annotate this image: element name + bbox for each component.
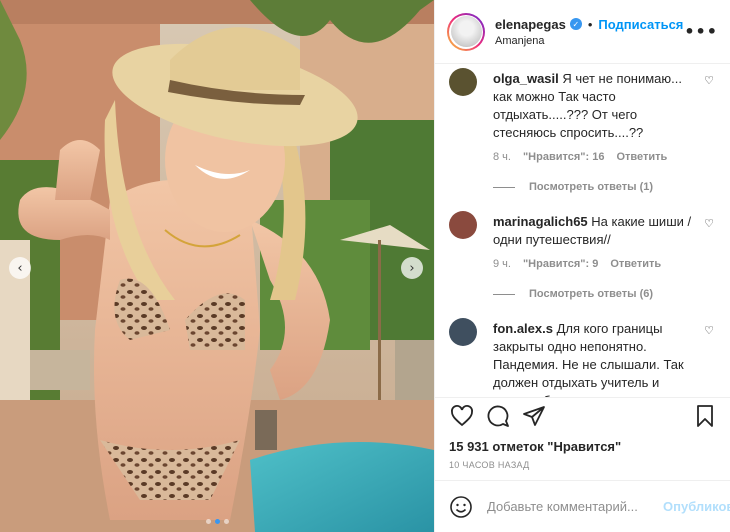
post-timestamp[interactable]: 10 ЧАСОВ НАЗАД xyxy=(435,454,730,480)
post-location[interactable]: Amanjena xyxy=(495,35,684,47)
comment-text-block: fon.alex.s Для кого границы закрыты одно… xyxy=(493,320,694,397)
carousel-dot xyxy=(214,519,220,524)
follow-button[interactable]: Подписаться xyxy=(598,17,683,32)
carousel-next-button[interactable]: › xyxy=(401,257,423,279)
comment-likes[interactable]: "Нравится": 9 xyxy=(523,258,598,270)
reply-button[interactable]: Ответить xyxy=(616,151,667,163)
heart-icon[interactable] xyxy=(449,403,475,429)
comment-item: marinagalich65 На какие шиши / одни путе… xyxy=(449,207,714,314)
add-comment-form: Опубликовать xyxy=(435,480,730,532)
chevron-left-icon: ‹ xyxy=(17,260,23,276)
likes-count[interactable]: 15 931 отметок "Нравится" xyxy=(435,433,730,454)
comment-age[interactable]: 8 ч. xyxy=(493,151,511,163)
comment-like-heart-icon[interactable]: ♡ xyxy=(704,324,714,337)
comment-like-heart-icon[interactable]: ♡ xyxy=(704,217,714,230)
comments-list[interactable]: olga_wasil Я чет не понимаю... как можно… xyxy=(435,64,730,397)
comment-text-block: olga_wasil Я чет не понимаю... как можно… xyxy=(493,70,694,142)
comment-like-heart-icon[interactable]: ♡ xyxy=(704,74,714,87)
comment-item: fon.alex.s Для кого границы закрыты одно… xyxy=(449,314,714,397)
instagram-post: ‹ › elenapegas ✓ • Подписаться Amanjena … xyxy=(0,0,730,532)
comment-text-block: marinagalich65 На какие шиши / одни путе… xyxy=(493,213,694,249)
view-replies-button[interactable]: Посмотреть ответы (1) xyxy=(493,181,694,193)
comment-item: olga_wasil Я чет не понимаю... как можно… xyxy=(449,64,714,207)
avatar-image xyxy=(450,16,482,47)
carousel-dot xyxy=(205,519,211,524)
carousel-dot xyxy=(223,519,229,524)
header-text: elenapegas ✓ • Подписаться Amanjena xyxy=(495,17,684,47)
comment-body: olga_wasil Я чет не понимаю... как можно… xyxy=(493,70,714,207)
comment-username[interactable]: fon.alex.s xyxy=(493,321,553,336)
bookmark-icon[interactable] xyxy=(692,403,718,429)
comment-avatar[interactable] xyxy=(449,211,477,239)
view-replies-label: Посмотреть ответы (1) xyxy=(529,181,654,193)
comment-username[interactable]: olga_wasil xyxy=(493,71,559,86)
comment-body: marinagalich65 На какие шиши / одни путе… xyxy=(493,213,714,314)
view-replies-label: Посмотреть ответы (6) xyxy=(529,288,654,300)
comment-meta: 9 ч. "Нравится": 9 Ответить xyxy=(493,258,694,270)
header-top-row: elenapegas ✓ • Подписаться xyxy=(495,17,684,32)
comment-input[interactable] xyxy=(487,499,663,514)
post-sidebar: elenapegas ✓ • Подписаться Amanjena ••• … xyxy=(434,0,730,532)
chevron-right-icon: › xyxy=(409,260,415,276)
comment-likes[interactable]: "Нравится": 16 xyxy=(523,151,604,163)
share-icon[interactable] xyxy=(521,403,547,429)
comment-age[interactable]: 9 ч. xyxy=(493,258,511,270)
avatar-border xyxy=(449,14,483,49)
post-actions-bar xyxy=(435,397,730,433)
more-options-icon[interactable]: ••• xyxy=(684,22,718,41)
reply-button[interactable]: Ответить xyxy=(610,258,661,270)
comment-icon[interactable] xyxy=(485,403,511,429)
replies-line xyxy=(493,186,515,188)
emoji-icon[interactable] xyxy=(449,495,473,519)
view-replies-button[interactable]: Посмотреть ответы (6) xyxy=(493,288,694,300)
post-image xyxy=(0,0,434,532)
comment-avatar[interactable] xyxy=(449,68,477,96)
comment-avatar[interactable] xyxy=(449,318,477,346)
comment-username[interactable]: marinagalich65 xyxy=(493,214,588,229)
comment-meta: 8 ч. "Нравится": 16 Ответить xyxy=(493,151,694,163)
comment-body: fon.alex.s Для кого границы закрыты одно… xyxy=(493,320,714,397)
author-username[interactable]: elenapegas xyxy=(495,17,566,32)
carousel-prev-button[interactable]: ‹ xyxy=(9,257,31,279)
carousel-indicator xyxy=(0,519,434,524)
publish-button[interactable]: Опубликовать xyxy=(663,499,730,514)
replies-line xyxy=(493,293,515,295)
avatar[interactable] xyxy=(447,12,485,51)
header-separator: • xyxy=(587,16,593,32)
post-photo[interactable]: ‹ › xyxy=(0,0,434,532)
verified-badge-icon: ✓ xyxy=(569,18,582,30)
post-header: elenapegas ✓ • Подписаться Amanjena ••• xyxy=(435,0,730,64)
